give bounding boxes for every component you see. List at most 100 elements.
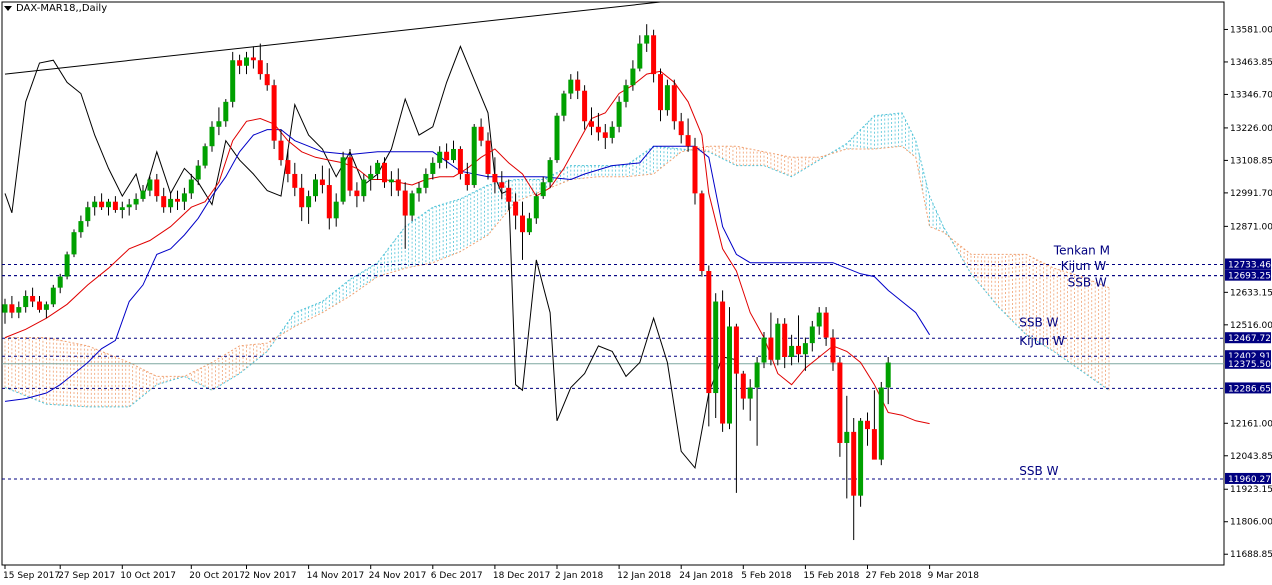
candle-body[interactable] — [319, 179, 325, 186]
candle-body[interactable] — [471, 126, 477, 186]
candle-body[interactable] — [382, 162, 387, 183]
candle-body[interactable] — [347, 157, 353, 191]
candle-body[interactable] — [754, 362, 760, 388]
symbol-title[interactable]: DAX-MAR18,,Daily — [4, 3, 107, 14]
candle-body[interactable] — [837, 362, 843, 443]
candle-body[interactable] — [37, 301, 42, 310]
candle-body[interactable] — [250, 57, 256, 61]
candle-body[interactable] — [85, 207, 91, 222]
candle-body[interactable] — [851, 431, 857, 496]
candle-body[interactable] — [492, 173, 498, 183]
candle-body[interactable] — [878, 387, 884, 460]
candle-body[interactable] — [133, 198, 139, 205]
candle-body[interactable] — [871, 429, 877, 460]
candle-body[interactable] — [637, 43, 643, 69]
candle-body[interactable] — [485, 140, 491, 174]
candle-body[interactable] — [188, 179, 194, 194]
candle-body[interactable] — [602, 132, 608, 138]
candle-body[interactable] — [209, 126, 215, 147]
candle-body[interactable] — [816, 312, 822, 327]
candle-body[interactable] — [823, 312, 829, 338]
candle-body[interactable] — [658, 74, 663, 111]
candle-body[interactable] — [306, 196, 312, 208]
candle-body[interactable] — [271, 85, 277, 141]
candle-body[interactable] — [678, 121, 684, 136]
candle-body[interactable] — [423, 173, 429, 188]
candle-body[interactable] — [568, 79, 574, 94]
candle-body[interactable] — [713, 301, 719, 394]
candle-body[interactable] — [582, 90, 588, 122]
candle-body[interactable] — [768, 337, 774, 360]
candle-body[interactable] — [451, 148, 456, 161]
candle-body[interactable] — [623, 85, 629, 102]
candle-body[interactable] — [540, 182, 546, 197]
candle-body[interactable] — [78, 221, 84, 233]
candle-body[interactable] — [513, 201, 519, 216]
candle-body[interactable] — [326, 185, 332, 219]
candle-body[interactable] — [147, 179, 153, 191]
candle-body[interactable] — [175, 198, 180, 202]
candle-body[interactable] — [368, 173, 374, 180]
candle-body[interactable] — [181, 193, 187, 202]
candle-body[interactable] — [644, 35, 650, 44]
candle-body[interactable] — [520, 215, 525, 233]
candle-body[interactable] — [761, 337, 767, 363]
candle-body[interactable] — [706, 271, 712, 394]
candle-body[interactable] — [64, 254, 70, 277]
candle-body[interactable] — [733, 326, 739, 374]
candle-body[interactable] — [858, 420, 864, 496]
candle-body[interactable] — [154, 179, 160, 197]
candle-body[interactable] — [561, 93, 567, 116]
candle-body[interactable] — [430, 162, 436, 174]
candle-body[interactable] — [50, 287, 56, 305]
candle-body[interactable] — [671, 85, 677, 122]
candle-body[interactable] — [30, 295, 36, 302]
candle-body[interactable] — [230, 60, 236, 102]
candle-body[interactable] — [802, 343, 808, 355]
candle-body[interactable] — [409, 193, 415, 216]
candle-body[interactable] — [747, 387, 753, 399]
candle-body[interactable] — [106, 201, 111, 208]
candle-body[interactable] — [589, 121, 594, 127]
candle-body[interactable] — [699, 193, 705, 272]
candle-body[interactable] — [340, 157, 346, 202]
candle-body[interactable] — [126, 204, 132, 208]
candle-body[interactable] — [292, 173, 298, 188]
candle-body[interactable] — [444, 151, 450, 161]
candle-body[interactable] — [216, 121, 222, 127]
candle-body[interactable] — [140, 190, 146, 199]
candle-body[interactable] — [223, 101, 229, 122]
candle-body[interactable] — [595, 126, 601, 133]
candle-body[interactable] — [71, 232, 77, 255]
candle-body[interactable] — [775, 323, 781, 360]
candle-body[interactable] — [2, 304, 8, 313]
candle-body[interactable] — [195, 165, 201, 180]
candle-body[interactable] — [685, 135, 691, 147]
candle-body[interactable] — [533, 196, 539, 219]
candle-body[interactable] — [375, 162, 381, 174]
candle-body[interactable] — [499, 182, 505, 188]
candle-body[interactable] — [388, 179, 394, 183]
candle-body[interactable] — [278, 140, 284, 161]
candle-body[interactable] — [43, 304, 49, 310]
candle-body[interactable] — [361, 179, 367, 197]
candle-body[interactable] — [464, 173, 470, 186]
candle-body[interactable] — [547, 160, 553, 183]
candle-body[interactable] — [720, 301, 726, 424]
candle-body[interactable] — [402, 190, 408, 216]
candle-body[interactable] — [609, 126, 615, 138]
candle-body[interactable] — [526, 218, 532, 233]
price-chart[interactable]: Tenkan M Kijun W SSB W SSB W Kijun W SSB W 135… — [0, 0, 1272, 585]
candle-body[interactable] — [16, 307, 22, 313]
candle-body[interactable] — [740, 373, 746, 399]
candle-body[interactable] — [23, 295, 29, 308]
dropdown-arrow-icon[interactable] — [4, 5, 12, 11]
candle-body[interactable] — [333, 201, 339, 219]
candle-body[interactable] — [112, 201, 118, 211]
candle-body[interactable] — [630, 68, 636, 86]
candle-body[interactable] — [313, 179, 318, 197]
candle-body[interactable] — [99, 201, 105, 208]
candle-body[interactable] — [9, 304, 15, 313]
candle-body[interactable] — [202, 146, 208, 166]
candle-body[interactable] — [437, 151, 443, 163]
